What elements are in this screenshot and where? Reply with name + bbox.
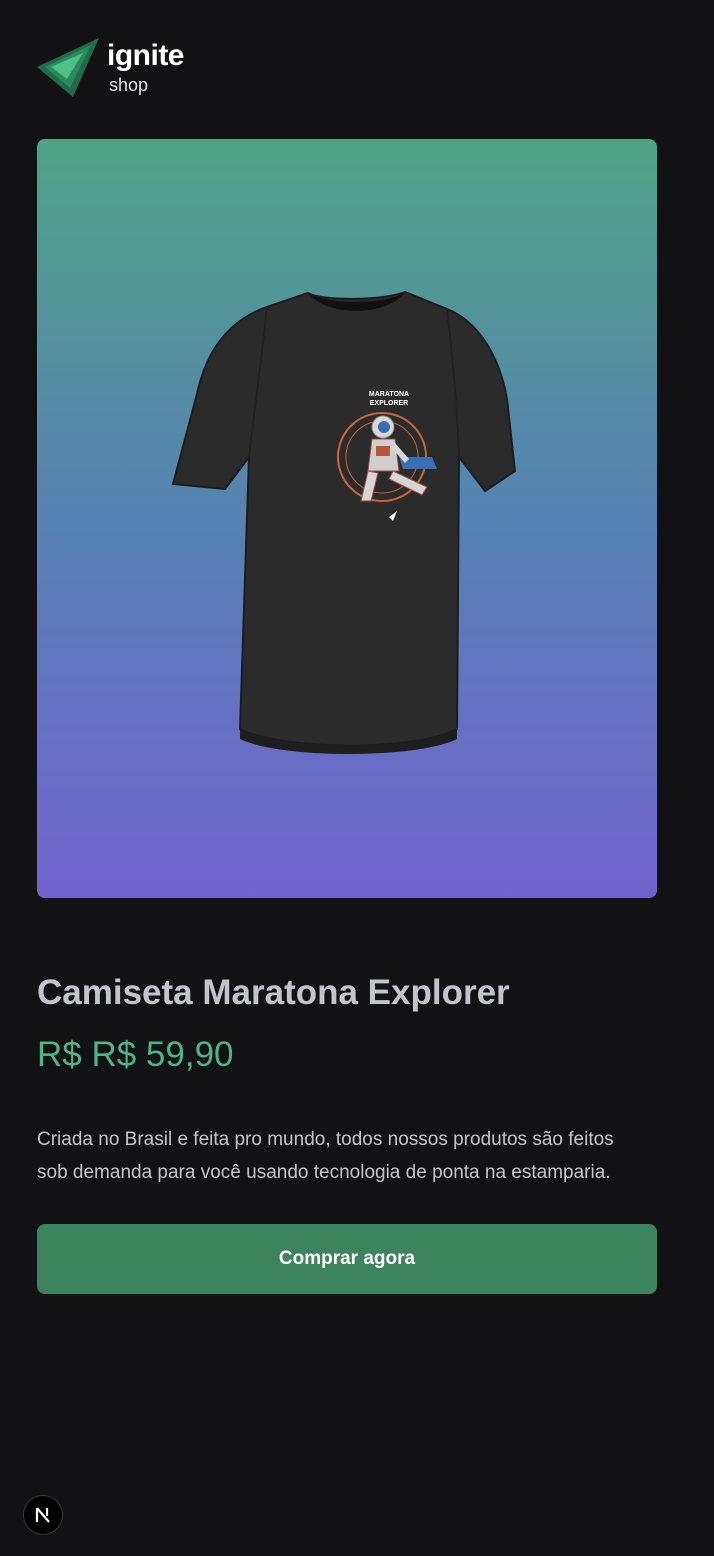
nextjs-icon: [35, 1507, 50, 1523]
logo-name: ignite: [107, 38, 185, 72]
logo-subtitle: shop: [109, 74, 149, 95]
shirt-print-line1: MARATONA: [369, 391, 409, 398]
product-price: R$ R$ 59,90: [37, 1035, 234, 1074]
logo-text[interactable]: ignite shop: [107, 38, 185, 95]
shirt-print-line2: EXPLORER: [370, 400, 409, 407]
ignite-logo-icon[interactable]: [37, 36, 99, 98]
buy-now-button[interactable]: Comprar agora: [37, 1224, 657, 1294]
product-title: Camiseta Maratona Explorer: [37, 973, 510, 1012]
site-header: ignite shop: [37, 36, 185, 98]
product-image: MARATONA EXPLORER: [37, 139, 657, 898]
tshirt-image: MARATONA EXPLORER: [171, 290, 517, 754]
product-description: Criada no Brasil e feita pro mundo, todo…: [37, 1129, 614, 1183]
nextjs-devtools-button[interactable]: [23, 1495, 63, 1535]
